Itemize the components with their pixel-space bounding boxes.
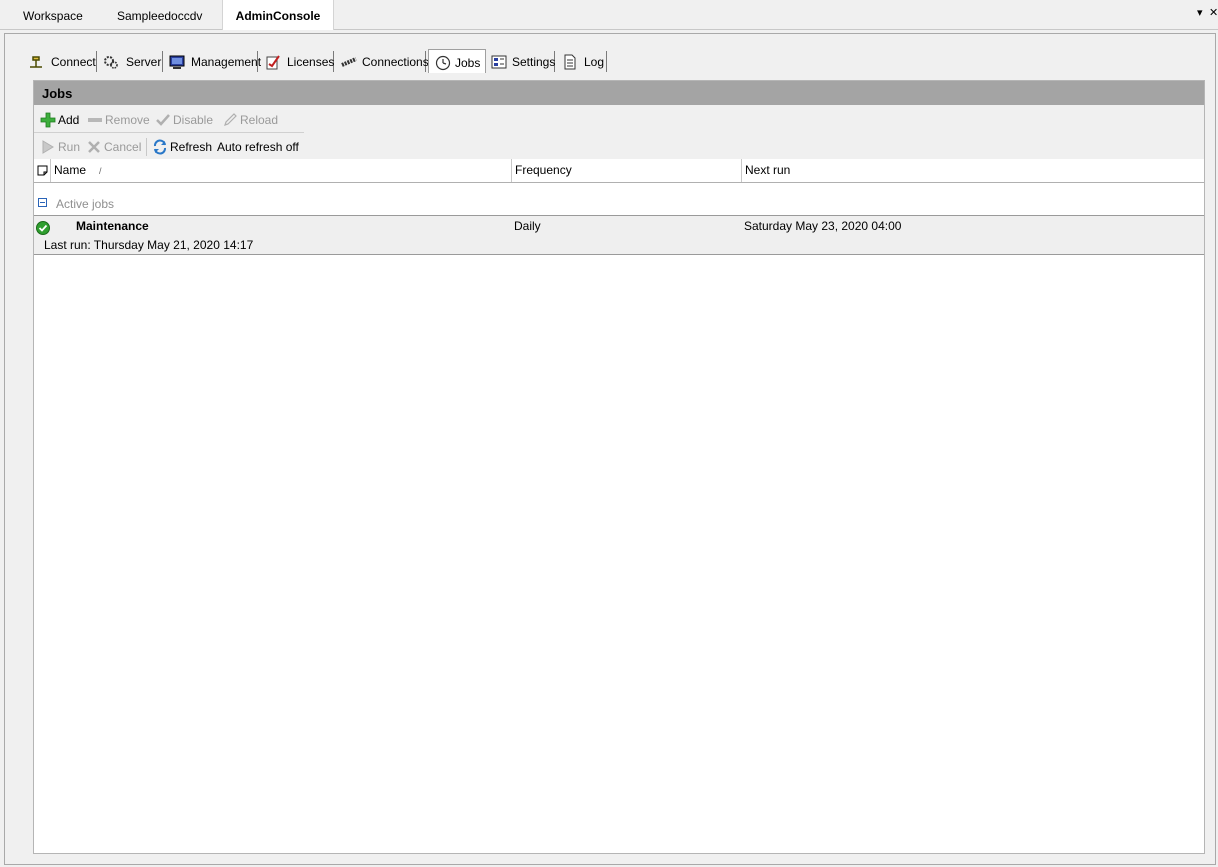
toolbar-separator [146,138,147,156]
tab-connections[interactable]: Connections [337,51,429,72]
doc-tab-workspace[interactable]: Workspace [23,0,83,29]
next-run-column-label: Next run [745,163,791,177]
license-icon [266,55,280,70]
name-column-header[interactable]: Name / [51,159,512,182]
document-icon [564,54,576,70]
minus-icon [88,118,102,122]
gears-icon [104,56,118,69]
chevron-down-icon[interactable]: ▾ [1197,6,1203,19]
job-name: Maintenance [76,219,149,233]
job-next-run: Saturday May 23, 2020 04:00 [744,219,902,233]
job-frequency: Daily [514,219,541,233]
jobs-panel: Jobs Add Remove Disable Reload Run Cance… [33,80,1205,854]
toolbar-divider [34,132,304,133]
table-row[interactable]: Maintenance Daily Saturday May 23, 2020 … [34,216,1204,255]
plug-icon [30,56,42,68]
job-last-run: Last run: Thursday May 21, 2020 14:17 [44,238,254,252]
note-icon [37,165,48,176]
clock-icon [435,55,451,71]
cancel-icon [88,141,100,153]
frequency-column-label: Frequency [515,163,572,177]
tab-connect[interactable]: Connect [24,51,97,72]
play-icon [42,140,54,154]
panel-title: Jobs [34,81,1204,105]
frequency-column-header[interactable]: Frequency [512,159,742,182]
doc-tab-adminconsole[interactable]: AdminConsole [222,0,334,30]
grid-header: Name / Frequency Next run [34,159,1204,183]
pencil-icon [224,113,237,126]
document-tab-strip: Workspace Sampleedoccdv AdminConsole ▾ ✕ [0,0,1218,30]
plus-icon [40,112,56,128]
connections-icon [341,57,357,67]
refresh-icon [154,139,166,155]
tab-settings[interactable]: Settings [487,51,555,72]
note-column-header[interactable] [34,159,51,182]
tab-licenses[interactable]: Licenses [261,51,334,72]
success-check-icon [36,221,50,235]
tab-jobs[interactable]: Jobs [428,49,486,73]
jobs-toolbar: Add Remove Disable Reload Run Cancel Ref… [34,105,1204,160]
name-column-label: Name [54,163,87,177]
checkmark-icon [156,114,170,126]
monitor-icon [169,55,185,69]
tab-log[interactable]: Log [558,51,607,72]
tab-management[interactable]: Management [165,51,261,72]
doc-tab-sampleedoccdv[interactable]: Sampleedoccdv [117,0,202,29]
tab-server[interactable]: Server [99,51,163,72]
next-run-column-header[interactable]: Next run [742,159,1204,182]
group-label: Active jobs [56,197,115,211]
group-row-active-jobs[interactable]: Active jobs [34,193,1204,216]
settings-icon [491,55,507,69]
sort-indicator-icon: / [99,166,102,176]
collapse-icon[interactable] [38,198,47,207]
close-icon[interactable]: ✕ [1209,6,1218,19]
